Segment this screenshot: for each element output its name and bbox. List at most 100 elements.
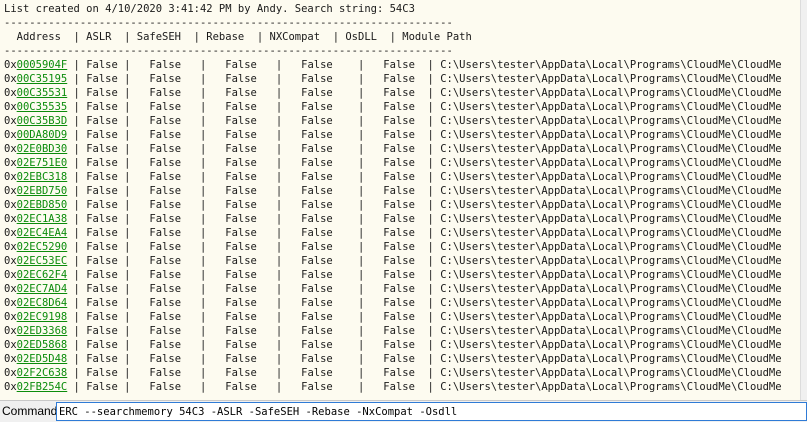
address-link[interactable]: 02ED3368: [17, 325, 68, 337]
command-label: Command:: [2, 404, 61, 418]
address-prefix: 0x: [4, 115, 17, 127]
address-link[interactable]: 02E0BD30: [17, 143, 68, 155]
address-prefix: 0x: [4, 199, 17, 211]
row-details: | False | False | False | False | False …: [67, 269, 782, 281]
table-row: 0x02EC4EA4 | False | False | False | Fal…: [4, 226, 782, 240]
address-prefix: 0x: [4, 143, 17, 155]
row-details: | False | False | False | False | False …: [67, 101, 782, 113]
table-header: Address | ASLR | SafeSEH | Rebase | NXCo…: [4, 31, 472, 43]
table-row: 0x00C35B3D | False | False | False | Fal…: [4, 114, 782, 128]
row-details: | False | False | False | False | False …: [67, 87, 782, 99]
address-prefix: 0x: [4, 325, 17, 337]
vertical-scrollbar[interactable]: [800, 0, 807, 400]
log-title: List created on 4/10/2020 3:41:42 PM by …: [4, 3, 415, 15]
address-link[interactable]: 02F2C638: [17, 367, 68, 379]
address-link[interactable]: 02EC1A38: [17, 213, 68, 225]
command-bar: Command:: [0, 400, 807, 422]
address-link[interactable]: 02ED5868: [17, 339, 68, 351]
address-prefix: 0x: [4, 171, 17, 183]
address-link[interactable]: 00C35535: [17, 101, 68, 113]
table-row: 0x02EC5290 | False | False | False | Fal…: [4, 240, 782, 254]
address-link[interactable]: 02ED5D48: [17, 353, 68, 365]
row-details: | False | False | False | False | False …: [67, 283, 782, 295]
address-prefix: 0x: [4, 87, 17, 99]
row-details: | False | False | False | False | False …: [67, 227, 782, 239]
row-details: | False | False | False | False | False …: [67, 213, 782, 225]
address-prefix: 0x: [4, 353, 17, 365]
address-prefix: 0x: [4, 269, 17, 281]
table-row: 0x02EBD850 | False | False | False | Fal…: [4, 198, 782, 212]
address-link[interactable]: 02EC7AD4: [17, 283, 68, 295]
address-prefix: 0x: [4, 339, 17, 351]
address-link[interactable]: 02EBC318: [17, 171, 68, 183]
address-prefix: 0x: [4, 241, 17, 253]
table-row: 0x00C35195 | False | False | False | Fal…: [4, 72, 782, 86]
address-prefix: 0x: [4, 213, 17, 225]
table-row: 0x02ED5D48 | False | False | False | Fal…: [4, 352, 782, 366]
address-link[interactable]: 00C35195: [17, 73, 68, 85]
table-row: 0x02ED5868 | False | False | False | Fal…: [4, 338, 782, 352]
address-prefix: 0x: [4, 255, 17, 267]
table-row: 0x02EBC318 | False | False | False | Fal…: [4, 170, 782, 184]
log-separator: ----------------------------------------…: [4, 17, 453, 29]
row-details: | False | False | False | False | False …: [67, 325, 782, 337]
table-row: 0x02F2C638 | False | False | False | Fal…: [4, 366, 782, 380]
row-details: | False | False | False | False | False …: [67, 185, 782, 197]
row-details: | False | False | False | False | False …: [67, 59, 782, 71]
row-details: | False | False | False | False | False …: [67, 311, 782, 323]
table-row: 0x02ED3368 | False | False | False | Fal…: [4, 324, 782, 338]
address-link[interactable]: 02EC53EC: [17, 255, 68, 267]
table-row: 0x02EC9198 | False | False | False | Fal…: [4, 310, 782, 324]
address-prefix: 0x: [4, 73, 17, 85]
address-prefix: 0x: [4, 101, 17, 113]
table-row: 0x00C35531 | False | False | False | Fal…: [4, 86, 782, 100]
row-details: | False | False | False | False | False …: [67, 381, 782, 393]
row-details: | False | False | False | False | False …: [67, 241, 782, 253]
address-prefix: 0x: [4, 297, 17, 309]
address-link[interactable]: 00DA80D9: [17, 129, 68, 141]
address-prefix: 0x: [4, 59, 17, 71]
row-details: | False | False | False | False | False …: [67, 367, 782, 379]
table-row: 0x0005904F | False | False | False | Fal…: [4, 58, 782, 72]
table-row: 0x02EC8D64 | False | False | False | Fal…: [4, 296, 782, 310]
address-link[interactable]: 02EC8D64: [17, 297, 68, 309]
row-details: | False | False | False | False | False …: [67, 171, 782, 183]
address-prefix: 0x: [4, 129, 17, 141]
address-prefix: 0x: [4, 157, 17, 169]
table-row: 0x02EC53EC | False | False | False | Fal…: [4, 254, 782, 268]
address-prefix: 0x: [4, 283, 17, 295]
address-link[interactable]: 02EC5290: [17, 241, 68, 253]
table-row: 0x02E751E0 | False | False | False | Fal…: [4, 156, 782, 170]
output-log: List created on 4/10/2020 3:41:42 PM by …: [0, 0, 800, 400]
address-link[interactable]: 00C35B3D: [17, 115, 68, 127]
command-input[interactable]: [56, 402, 807, 421]
address-prefix: 0x: [4, 381, 17, 393]
address-prefix: 0x: [4, 227, 17, 239]
row-details: | False | False | False | False | False …: [67, 73, 782, 85]
address-prefix: 0x: [4, 185, 17, 197]
address-link[interactable]: 02EC4EA4: [17, 227, 68, 239]
table-row: 0x02FB254C | False | False | False | Fal…: [4, 380, 782, 394]
row-details: | False | False | False | False | False …: [67, 339, 782, 351]
table-row: 0x02EC1A38 | False | False | False | Fal…: [4, 212, 782, 226]
address-link[interactable]: 02EBD750: [17, 185, 68, 197]
address-link[interactable]: 02EBD850: [17, 199, 68, 211]
table-row: 0x02E0BD30 | False | False | False | Fal…: [4, 142, 782, 156]
address-link[interactable]: 0005904F: [17, 59, 68, 71]
address-link[interactable]: 02EC62F4: [17, 269, 68, 281]
address-link[interactable]: 00C35531: [17, 87, 68, 99]
address-link[interactable]: 02EC9198: [17, 311, 68, 323]
table-row: 0x02EC7AD4 | False | False | False | Fal…: [4, 282, 782, 296]
address-prefix: 0x: [4, 311, 17, 323]
log-separator: ----------------------------------------…: [4, 45, 453, 57]
address-link[interactable]: 02FB254C: [17, 381, 68, 393]
row-details: | False | False | False | False | False …: [67, 353, 782, 365]
table-row: 0x00C35535 | False | False | False | Fal…: [4, 100, 782, 114]
address-prefix: 0x: [4, 367, 17, 379]
table-row: 0x00DA80D9 | False | False | False | Fal…: [4, 128, 782, 142]
row-details: | False | False | False | False | False …: [67, 115, 782, 127]
row-details: | False | False | False | False | False …: [67, 199, 782, 211]
row-details: | False | False | False | False | False …: [67, 143, 782, 155]
table-row: 0x02EC62F4 | False | False | False | Fal…: [4, 268, 782, 282]
address-link[interactable]: 02E751E0: [17, 157, 68, 169]
